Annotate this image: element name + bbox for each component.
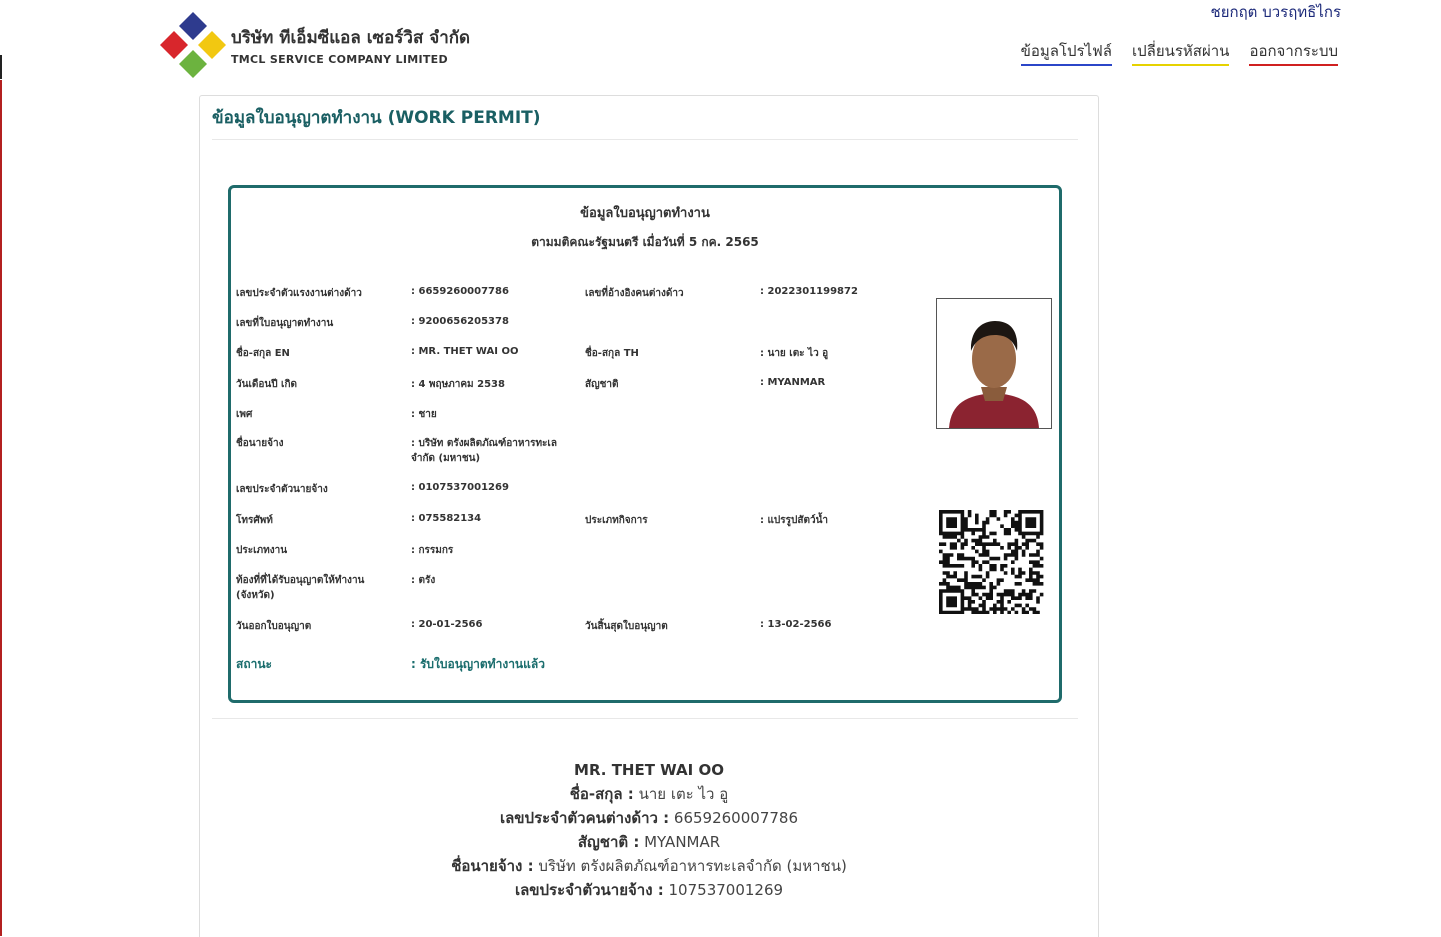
value: : MR. THET WAI OO — [411, 346, 519, 357]
label: โทรศัพท์ — [236, 515, 273, 526]
summary-label: เลขประจำตัวนายจ้าง : — [514, 881, 664, 899]
user-name: ชยกฤต บวรฤทธิไกร — [1210, 3, 1341, 21]
summary-value: นาย เตะ ไว อู — [633, 785, 729, 803]
company-name-en: TMCL SERVICE COMPANY LIMITED — [231, 53, 448, 66]
value: : แปรรูปสัตว์น้ำ — [760, 515, 829, 526]
value: : 6659260007786 — [411, 286, 509, 297]
window-edge — [0, 55, 2, 79]
top-nav: ข้อมูลโปรไฟล์ เปลี่ยนรหัสผ่าน ออกจากระบบ — [1020, 39, 1338, 66]
label: เลขที่ใบอนุญาตทำงาน — [236, 318, 334, 329]
summary-label: ชื่อ-สกุล : — [569, 785, 634, 803]
summary-name-en: MR. THET WAI OO — [574, 761, 724, 779]
nav-change-password-link[interactable]: เปลี่ยนรหัสผ่าน — [1131, 39, 1230, 66]
summary-label: เลขประจำตัวคนต่างด้าว : — [499, 809, 670, 827]
label: วันเดือนปี เกิด — [236, 379, 298, 390]
value: : 20-01-2566 — [411, 619, 483, 630]
label: ประเภทกิจการ — [585, 515, 648, 526]
value: : 9200656205378 — [411, 316, 509, 327]
label: สัญชาติ — [585, 379, 619, 390]
label: เลขประจำตัวนายจ้าง — [236, 484, 328, 495]
qr-code — [939, 510, 1047, 615]
qr-code-icon — [939, 510, 1044, 615]
summary-value: 6659260007786 — [669, 809, 798, 827]
work-permit-panel: ข้อมูลใบอนุญาตทำงาน (WORK PERMIT) ข้อมูล… — [199, 95, 1099, 937]
summary-value: บริษัท ตรังผลิตภัณฑ์อาหารทะเลจำกัด (มหาช… — [533, 857, 847, 875]
value: : 075582134 — [411, 513, 482, 524]
label: เลขประจำตัวแรงงานต่างด้าว — [236, 288, 362, 299]
card-subtitle: ตามมติคณะรัฐมนตรี เมื่อวันที่ 5 กค. 2565 — [531, 235, 759, 249]
label: ชื่อ-สกุล TH — [585, 348, 639, 359]
label: เพศ — [236, 409, 253, 420]
value: : ชาย — [411, 409, 437, 420]
status-value: : รับใบอนุญาตทำงานแล้ว — [411, 657, 545, 671]
company-name-th: บริษัท ทีเอ็มซีแอล เซอร์วิส จำกัด — [231, 28, 471, 48]
status-label: สถานะ — [236, 657, 272, 671]
summary-label: สัญชาติ : — [577, 833, 640, 851]
label: วันออกใบอนุญาต — [236, 621, 312, 632]
label: ชื่อ-สกุล EN — [236, 348, 290, 359]
divider — [212, 718, 1078, 719]
value: : 13-02-2566 — [760, 619, 832, 630]
value: : 2022301199872 — [760, 286, 858, 297]
value: : MYANMAR — [760, 377, 826, 388]
card-title: ข้อมูลใบอนุญาตทำงาน — [580, 206, 710, 221]
company-logo[interactable]: บริษัท ทีเอ็มซีแอล เซอร์วิส จำกัด TMCL S… — [160, 12, 470, 78]
work-permit-card: ข้อมูลใบอนุญาตทำงาน ตามมติคณะรัฐมนตรี เม… — [228, 185, 1062, 703]
summary-value: 107537001269 — [663, 881, 784, 899]
value: : กรรมกร — [411, 545, 454, 556]
value: : 4 พฤษภาคม 2538 — [411, 379, 505, 390]
summary-block: MR. THET WAI OO ชื่อ-สกุล : นาย เตะ ไว อ… — [200, 758, 1098, 902]
nav-logout-link[interactable]: ออกจากระบบ — [1249, 39, 1338, 66]
value: : ตรัง — [411, 575, 436, 586]
divider — [212, 139, 1078, 140]
label: เลขที่อ้างอิงคนต่างด้าว — [585, 288, 684, 299]
label: ท้องที่ที่ได้รับอนุญาตให้ทำงาน (จังหวัด) — [236, 575, 365, 601]
logo-diamonds-icon — [160, 12, 226, 78]
summary-value: MYANMAR — [639, 833, 721, 851]
value: : บริษัท ตรังผลิตภัณฑ์อาหารทะเล จำกัด (ม… — [411, 438, 557, 464]
summary-label: ชื่อนายจ้าง : — [451, 857, 534, 875]
nav-profile-link[interactable]: ข้อมูลโปรไฟล์ — [1020, 39, 1112, 66]
worker-photo — [936, 298, 1052, 429]
label: วันสิ้นสุดใบอนุญาต — [585, 621, 668, 632]
value: : นาย เตะ ไว อู — [760, 348, 829, 359]
window-edge-accent — [0, 80, 2, 936]
value: : 0107537001269 — [411, 482, 509, 493]
label: ชื่อนายจ้าง — [236, 438, 284, 449]
label: ประเภทงาน — [236, 545, 288, 556]
panel-title: ข้อมูลใบอนุญาตทำงาน (WORK PERMIT) — [212, 108, 541, 128]
person-photo-icon — [937, 299, 1051, 428]
